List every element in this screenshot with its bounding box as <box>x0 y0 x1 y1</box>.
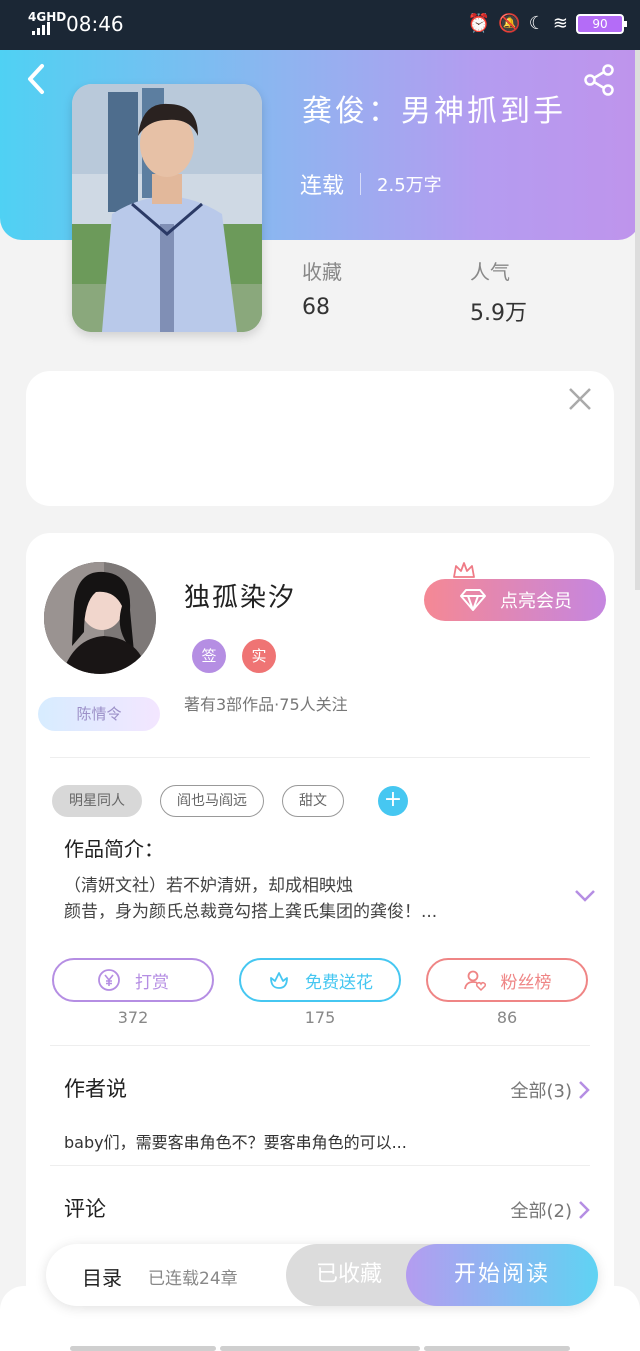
fan-ranking-label: 粉丝榜 <box>500 972 552 993</box>
intro-text: （清妍文社）若不妒清妍，却成相映烛 颜昔，身为颜氏总裁竟勾搭上龚氏集团的龚俊！.… <box>64 873 554 925</box>
tag-chip[interactable]: 阎也马阎远 <box>160 785 264 817</box>
scrollbar[interactable] <box>635 50 640 590</box>
comments-more-label: 全部(2) <box>510 1201 573 1222</box>
comments-more[interactable]: 全部(2) <box>511 1197 591 1223</box>
serial-status: 连载 <box>300 174 345 199</box>
author-note[interactable]: baby们，需要客串角色不？要客串角色的可以... <box>64 1129 407 1153</box>
divider <box>360 173 362 195</box>
stat-value: 68 <box>302 295 330 320</box>
book-detail-card: 独孤染汐 签 实 陈情令 著有3部作品·75人关注 点亮会员 明星同人 阎也马阎… <box>26 533 614 1351</box>
author-name[interactable]: 独孤染汐 <box>184 577 296 614</box>
nav-indicator <box>424 1346 570 1351</box>
ad-card <box>26 371 614 506</box>
favorites-stat: 收藏 68 <box>302 256 342 320</box>
back-button[interactable] <box>22 62 52 96</box>
diamond-icon <box>460 589 486 611</box>
tip-label: 打赏 <box>135 972 169 993</box>
avatar-photo <box>44 562 156 674</box>
intro-title: 作品简介： <box>64 837 164 861</box>
tag-chip[interactable]: 明星同人 <box>52 785 142 817</box>
author-says-more[interactable]: 全部(3) <box>511 1077 591 1103</box>
vip-button-label: 点亮会员 <box>500 591 572 612</box>
tag-chip[interactable]: 甜文 <box>282 785 344 817</box>
chevron-down-icon[interactable] <box>574 889 596 903</box>
fan-tag: 陈情令 <box>38 697 160 731</box>
status-bar: 4GHD 08:46 ⏰ 🔕 ☾ ≋ 90 <box>0 0 640 50</box>
share-icon <box>584 64 614 96</box>
yen-coin-icon <box>98 969 120 991</box>
fan-ranking-count: 86 <box>496 1008 518 1027</box>
fan-ranking-button[interactable]: 粉丝榜 <box>426 958 588 1002</box>
chevron-right-icon <box>579 1201 590 1219</box>
book-status-row: 连载 2.5万字 <box>300 168 442 200</box>
author-meta: 著有3部作品·75人关注 <box>184 695 348 714</box>
mute-icon: 🔕 <box>498 13 521 34</box>
user-heart-icon <box>463 970 486 992</box>
flower-count: 175 <box>304 1008 336 1027</box>
author-says-more-label: 全部(3) <box>510 1081 573 1102</box>
tip-count: 372 <box>117 1008 149 1027</box>
send-flower-button[interactable]: 免费送花 <box>239 958 401 1002</box>
crown-icon <box>453 562 475 578</box>
chapter-count: 已连载24章 <box>148 1269 238 1289</box>
vip-button[interactable]: 点亮会员 <box>424 579 606 621</box>
flower-icon <box>270 972 288 989</box>
alarm-icon: ⏰ <box>467 13 491 34</box>
tip-button[interactable]: 打赏 <box>52 958 214 1002</box>
nav-indicator <box>220 1346 420 1351</box>
intro-line: 颜昔，身为颜氏总裁竟勾搭上龚氏集团的龚俊！... <box>64 902 438 922</box>
battery-icon: 90 <box>576 14 627 34</box>
divider <box>50 757 590 758</box>
chevron-right-icon <box>579 1081 590 1099</box>
divider <box>50 1165 590 1166</box>
share-button[interactable] <box>582 64 618 96</box>
intro-line: （清妍文社）若不妒清妍，却成相映烛 <box>64 876 353 896</box>
wifi-icon: ≋ <box>552 13 568 34</box>
flower-label: 免费送花 <box>305 972 373 993</box>
close-icon[interactable] <box>566 385 594 413</box>
author-avatar[interactable] <box>44 562 156 674</box>
battery-level: 90 <box>592 17 608 31</box>
comments-title: 评论 <box>64 1197 106 1221</box>
stat-label: 人气 <box>470 260 510 284</box>
back-arrow-icon <box>28 64 44 94</box>
tag-list: 明星同人 阎也马阎远 甜文 + <box>52 785 408 817</box>
start-reading-button[interactable]: 开始阅读 <box>406 1244 598 1306</box>
network-type: 4GHD <box>28 10 67 24</box>
moon-icon: ☾ <box>528 13 545 34</box>
word-count: 2.5万字 <box>377 175 442 196</box>
stat-label: 收藏 <box>302 260 342 284</box>
signed-badge: 签 <box>192 639 226 673</box>
add-tag-button[interactable]: + <box>378 786 408 816</box>
cover-photo <box>72 84 262 332</box>
popularity-stat: 人气 5.9万 <box>470 256 527 327</box>
nav-indicator <box>70 1346 216 1351</box>
clock: 08:46 <box>66 12 124 36</box>
signal-icon <box>32 22 50 35</box>
bottom-action-bar: 目录 已连载24章 已收藏 开始阅读 <box>46 1244 598 1306</box>
divider <box>50 1045 590 1046</box>
verified-badge: 实 <box>242 639 276 673</box>
stat-value: 5.9万 <box>470 301 527 326</box>
toc-button[interactable]: 目录 <box>82 1262 122 1291</box>
book-title: 龚俊：男神抓到手 <box>302 94 566 129</box>
author-says-title: 作者说 <box>64 1077 127 1101</box>
book-cover[interactable] <box>72 84 262 332</box>
